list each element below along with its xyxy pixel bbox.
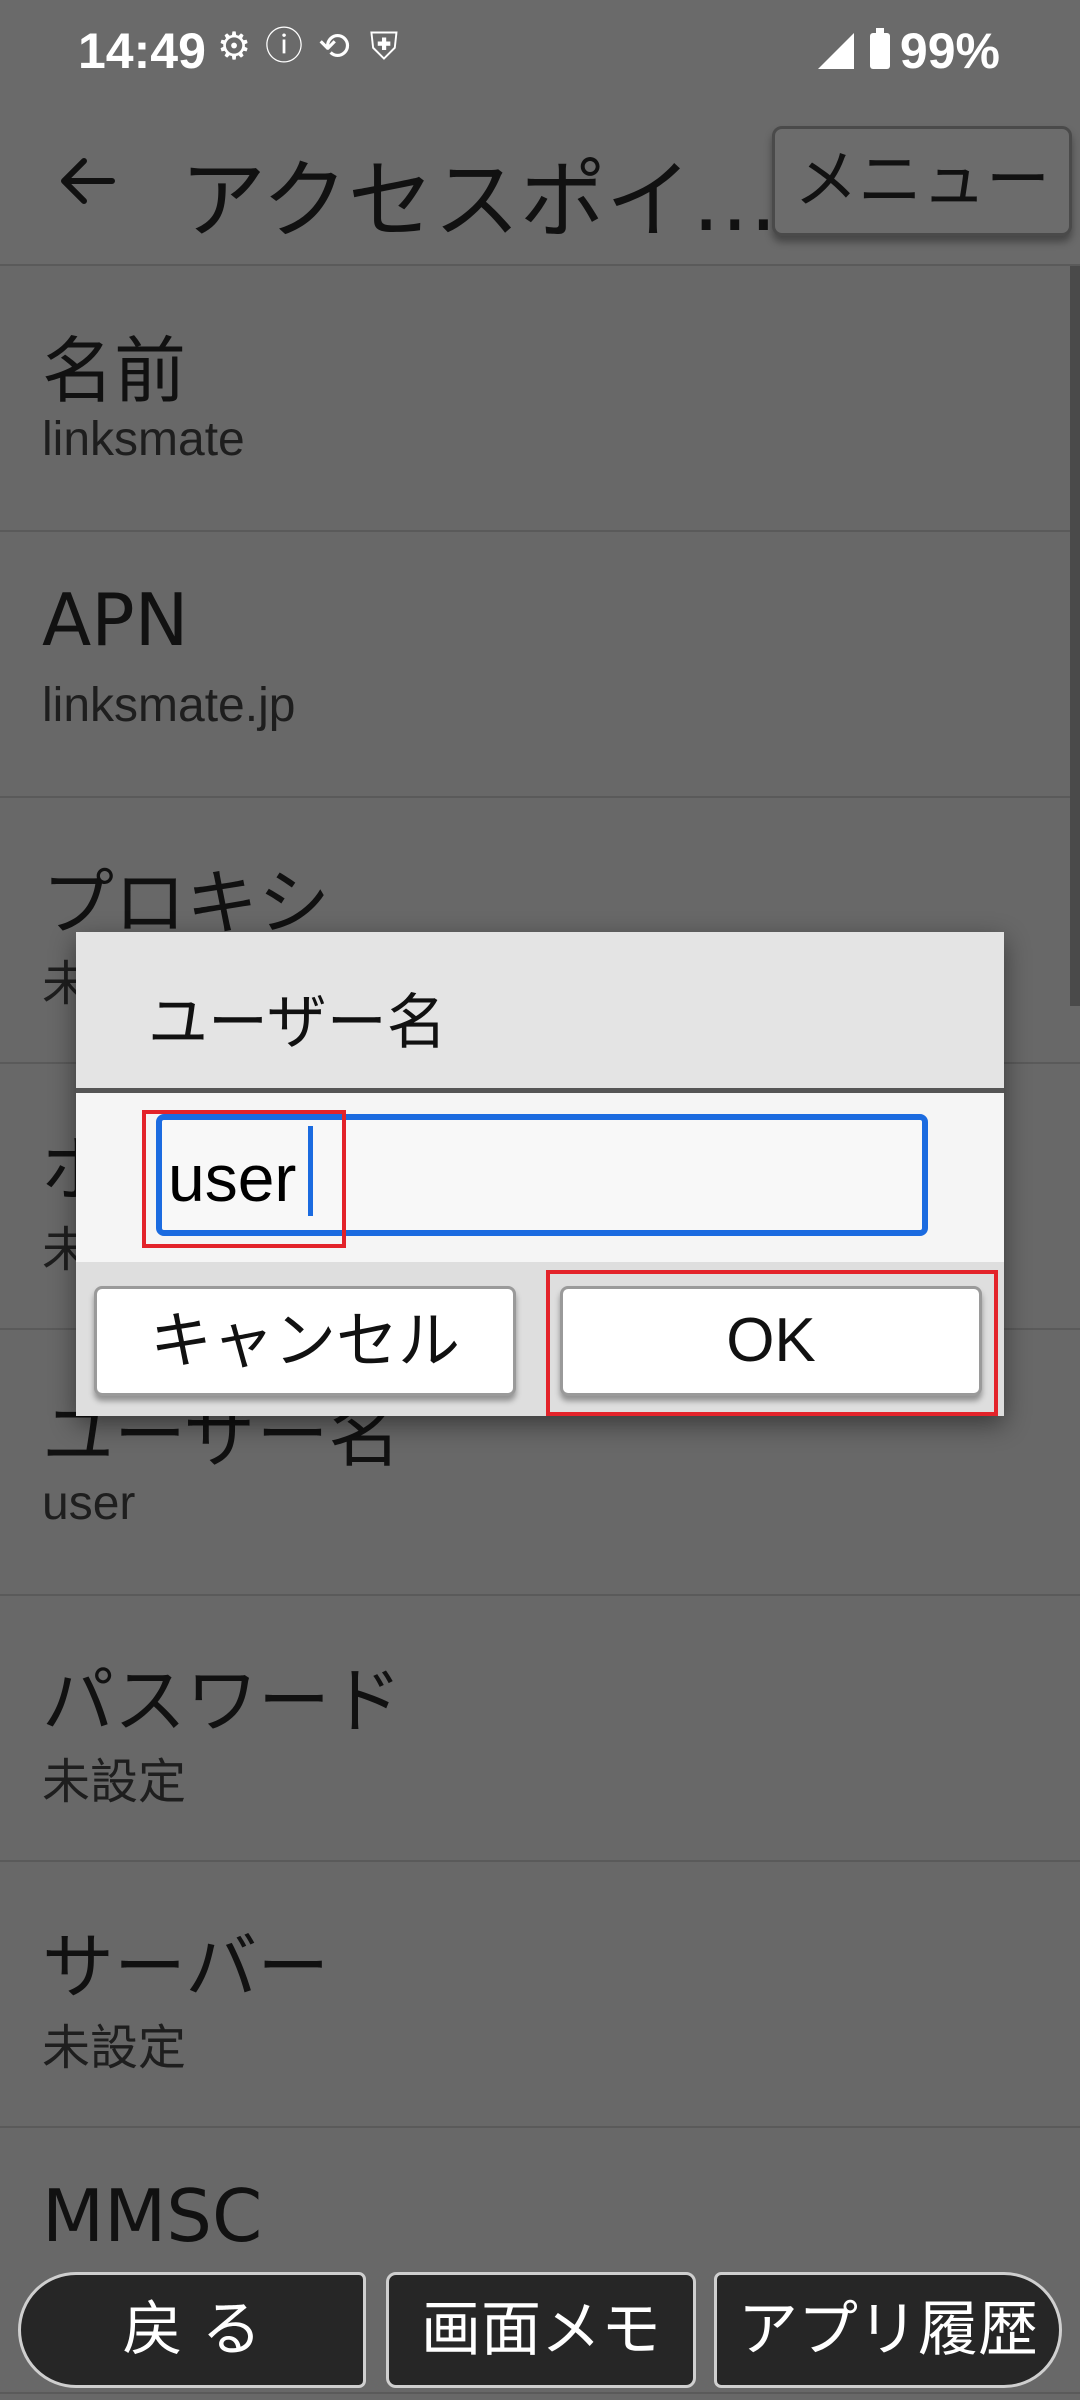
setting-value: user <box>42 1477 136 1530</box>
settings-icon: ⚙ <box>216 24 252 68</box>
menu-button[interactable]: メニュー <box>772 126 1072 236</box>
status-time: 14:49 <box>78 23 206 79</box>
setting-value: 未設定 <box>42 2022 187 2075</box>
list-item[interactable]: パスワード 未設定 <box>0 1596 1080 1862</box>
highlight-box-input <box>142 1110 346 1248</box>
setting-value: linksmate <box>42 413 245 466</box>
screen-rotate-icon: ⟲ <box>318 24 350 68</box>
battery-percent: 99% <box>899 23 1000 79</box>
app-history-button[interactable]: アプリ履歴 <box>714 2272 1062 2388</box>
setting-title: パスワード <box>42 1659 403 1743</box>
battery-icon <box>869 28 890 69</box>
status-right: 99% <box>817 22 1000 80</box>
highlight-box-ok <box>546 1270 998 1416</box>
dialog-title: ユーザー名 <box>148 988 447 1058</box>
setting-title: APN <box>42 578 189 662</box>
signal-icon <box>817 33 854 69</box>
status-bar: 14:49 ⚙ ⓘ ⟲ ⛨ 99% <box>0 0 1080 100</box>
status-icons: ⚙ ⓘ ⟲ ⛨ <box>214 24 404 68</box>
list-item[interactable]: サーバー 未設定 <box>0 1862 1080 2128</box>
bottom-nav: 戻 る 画面メモ アプリ履歴 <box>0 2260 1080 2400</box>
screen-memo-button[interactable]: 画面メモ <box>386 2272 696 2388</box>
app-bar: アクセスポイ… メニュー <box>0 100 1080 266</box>
list-item[interactable]: 名前 linksmate <box>0 266 1080 532</box>
page-title: アクセスポイ… <box>180 151 778 251</box>
scrollbar[interactable] <box>1070 266 1080 1006</box>
list-item[interactable]: APN linksmate.jp <box>0 532 1080 798</box>
setting-value: 未設定 <box>42 1756 187 1809</box>
shield-icon: ⛨ <box>369 24 399 68</box>
info-icon: ⓘ <box>264 24 303 68</box>
back-button[interactable]: 戻 る <box>18 2272 366 2388</box>
username-dialog: ユーザー名 user キャンセル OK <box>76 932 1004 1416</box>
setting-value: linksmate.jp <box>42 679 296 732</box>
setting-title: 名前 <box>42 329 187 413</box>
setting-title: MMSC <box>42 2174 263 2258</box>
setting-title: サーバー <box>42 1925 330 2009</box>
cancel-button[interactable]: キャンセル <box>94 1286 516 1396</box>
dialog-header: ユーザー名 <box>76 932 1004 1093</box>
back-arrow-icon[interactable] <box>52 146 122 216</box>
